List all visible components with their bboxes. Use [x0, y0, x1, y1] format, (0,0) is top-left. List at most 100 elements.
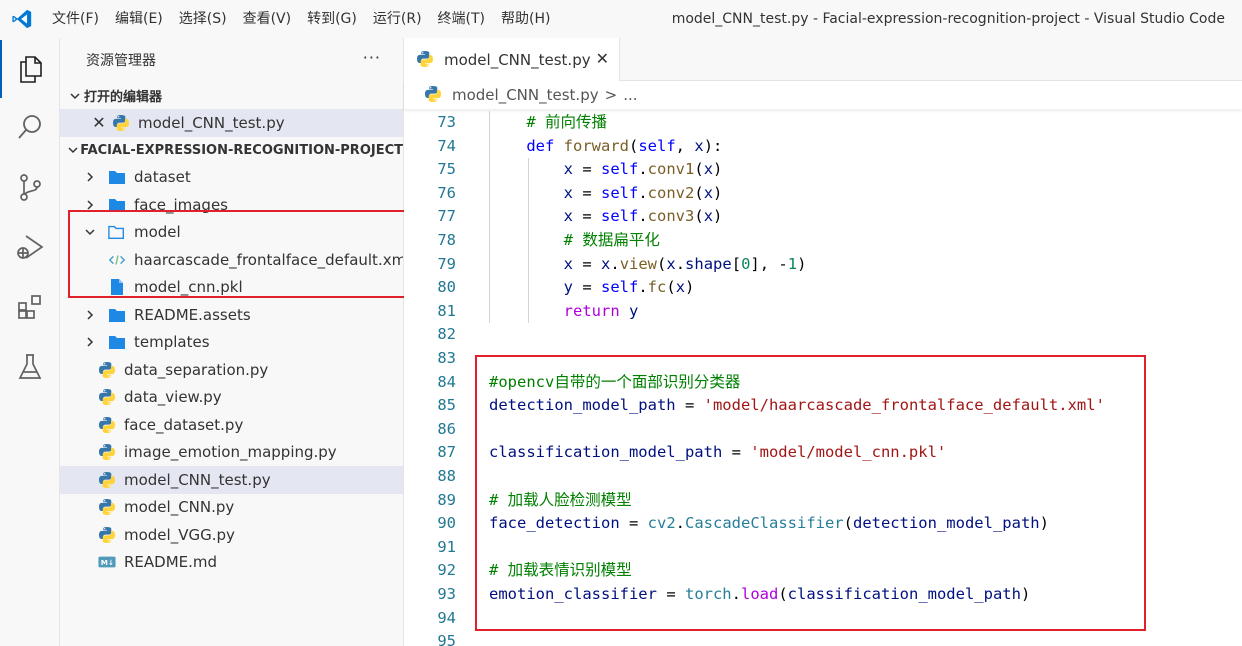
code-line[interactable]: 77 x = self.conv3(x) [404, 205, 1242, 229]
line-number: 81 [437, 301, 456, 320]
tree-item[interactable]: image_emotion_mapping.py [60, 439, 403, 467]
tree-item-label: image_emotion_mapping.py [124, 443, 337, 462]
menu-terminal[interactable]: 终端(T) [430, 0, 493, 38]
tree-item[interactable]: data_separation.py [60, 356, 403, 384]
python-file-icon [98, 526, 116, 544]
menu-run[interactable]: 运行(R) [365, 0, 430, 38]
code-text: x = self.conv3(x) [563, 207, 723, 226]
code-line[interactable]: 82 [404, 323, 1242, 347]
code-line[interactable]: 80 y = self.fc(x) [404, 276, 1242, 300]
tree-item-label: face_dataset.py [124, 415, 244, 434]
line-number: 82 [437, 325, 456, 344]
tree-item[interactable]: model_VGG.py [60, 521, 403, 549]
extensions-icon[interactable] [0, 278, 60, 336]
close-icon[interactable]: ✕ [596, 49, 609, 68]
python-file-icon [416, 50, 436, 70]
line-number: 75 [437, 160, 456, 179]
line-number: 89 [437, 490, 456, 509]
code-line[interactable]: 86 [404, 418, 1242, 442]
line-number: 91 [437, 537, 456, 556]
code-line[interactable]: 92 # 加载表情识别模型 [404, 559, 1242, 583]
menu-help[interactable]: 帮助(H) [493, 0, 558, 38]
code-line[interactable]: 94 [404, 607, 1242, 631]
menu-go[interactable]: 转到(G) [299, 0, 365, 38]
code-line[interactable]: 74 def forward(self, x): [404, 135, 1242, 159]
menu-edit[interactable]: 编辑(E) [107, 0, 171, 38]
tree-item[interactable]: haarcascade_frontalface_default.xml [60, 246, 403, 274]
code-line[interactable]: 83 [404, 347, 1242, 371]
code-line[interactable]: 87 classification_model_path = 'model/mod… [404, 441, 1242, 465]
testing-icon[interactable] [0, 338, 60, 396]
source-control-icon[interactable] [0, 158, 60, 216]
code-line[interactable]: 93 emotion_classifier = torch.load(classi… [404, 583, 1242, 607]
menu-selection[interactable]: 选择(S) [171, 0, 235, 38]
menu-bar: 文件(F) 编辑(E) 选择(S) 查看(V) 转到(G) 运行(R) 终端(T… [44, 0, 558, 38]
python-file-icon [424, 85, 444, 105]
line-number: 80 [437, 278, 456, 297]
chevron-right-icon [82, 309, 98, 321]
breadcrumb: model_CNN_test.py > ... [404, 81, 1242, 109]
open-editor-item[interactable]: ✕ model_CNN_test.py [60, 109, 403, 137]
tree-item[interactable]: model_CNN_test.py [60, 466, 403, 494]
code-line[interactable]: 73 # 前向传播 [404, 111, 1242, 135]
line-number: 92 [437, 561, 456, 580]
sidebar-header: 资源管理器 ··· [60, 38, 403, 82]
code-text: # 前向传播 [526, 113, 607, 131]
code-line[interactable]: 90 face_detection = cv2.CascadeClassifier… [404, 512, 1242, 536]
line-number: 93 [437, 585, 456, 603]
more-actions-icon[interactable]: ··· [363, 48, 381, 67]
open-editors-section[interactable]: 打开的编辑器 [60, 82, 403, 109]
tree-item-label: model [134, 223, 181, 242]
chevron-down-icon [82, 227, 98, 237]
code-line[interactable]: 95 [404, 630, 1242, 646]
code-line[interactable]: 78 # 数据扁平化 [404, 229, 1242, 253]
code-line[interactable]: 79 x = x.view(x.shape[0], -1) [404, 253, 1242, 277]
tree-item[interactable]: model_cnn.pkl [60, 274, 403, 302]
line-number: 73 [437, 113, 456, 131]
code-line[interactable]: 91 [404, 536, 1242, 560]
tree-item[interactable]: face_images [60, 191, 403, 219]
code-line[interactable]: 76 x = self.conv2(x) [404, 182, 1242, 206]
tree-item[interactable]: README.assets [60, 301, 403, 329]
markdown-file-icon: M↓ [98, 553, 116, 571]
tree-item[interactable]: data_view.py [60, 384, 403, 412]
line-number: 87 [437, 443, 456, 462]
svg-text:M↓: M↓ [101, 558, 114, 567]
code-text: # 数据扁平化 [563, 231, 660, 249]
project-label: FACIAL-EXPRESSION-RECOGNITION-PROJECT [80, 142, 403, 158]
breadcrumb-file[interactable]: model_CNN_test.py [452, 86, 599, 104]
code-line[interactable]: 89 # 加载人脸检测模型 [404, 489, 1242, 513]
tree-item[interactable]: face_dataset.py [60, 411, 403, 439]
file-tree: dataset face_imagesmodel haarcascade_front… [60, 164, 403, 577]
tree-item-label: dataset [134, 168, 191, 187]
code-line[interactable]: 88 [404, 465, 1242, 489]
search-icon[interactable] [0, 98, 60, 156]
code-line[interactable]: 75 x = self.conv1(x) [404, 158, 1242, 182]
tree-item-label: model_CNN_test.py [124, 470, 271, 489]
project-section[interactable]: FACIAL-EXPRESSION-RECOGNITION-PROJECT [60, 137, 403, 164]
menu-file[interactable]: 文件(F) [44, 0, 107, 38]
line-number: 85 [437, 396, 456, 415]
tree-item[interactable]: model_CNN.py [60, 494, 403, 522]
tab-label: model_CNN_test.py [444, 50, 591, 69]
code-line[interactable]: 84 #opencv自带的一个面部识别分类器 [404, 371, 1242, 395]
run-debug-icon[interactable] [0, 218, 60, 276]
tab-model-cnn-test[interactable]: model_CNN_test.py ✕ [404, 38, 620, 81]
tree-item[interactable]: templates [60, 329, 403, 357]
line-number: 90 [437, 514, 456, 533]
chevron-right-icon [82, 171, 98, 183]
close-icon[interactable]: ✕ [90, 113, 108, 132]
code-line[interactable]: 81 return y [404, 300, 1242, 324]
tree-item[interactable]: M↓ README.md [60, 549, 403, 577]
tree-item[interactable]: model [60, 219, 403, 247]
tree-item[interactable]: dataset [60, 164, 403, 192]
code-line[interactable]: 85 detection_model_path = 'model/haarcasc… [404, 394, 1242, 418]
code-editor[interactable]: 73 # 前向传播 74 def forward(self, x): 75 x = … [404, 109, 1242, 646]
explorer-icon[interactable] [0, 40, 60, 98]
code-text: x = self.conv2(x) [563, 183, 723, 202]
folder-open-icon [108, 223, 126, 241]
menu-view[interactable]: 查看(V) [235, 0, 300, 38]
title-bar: 文件(F) 编辑(E) 选择(S) 查看(V) 转到(G) 运行(R) 终端(T… [0, 0, 1242, 38]
breadcrumb-more[interactable]: ... [623, 86, 637, 104]
chevron-down-icon [60, 90, 84, 102]
